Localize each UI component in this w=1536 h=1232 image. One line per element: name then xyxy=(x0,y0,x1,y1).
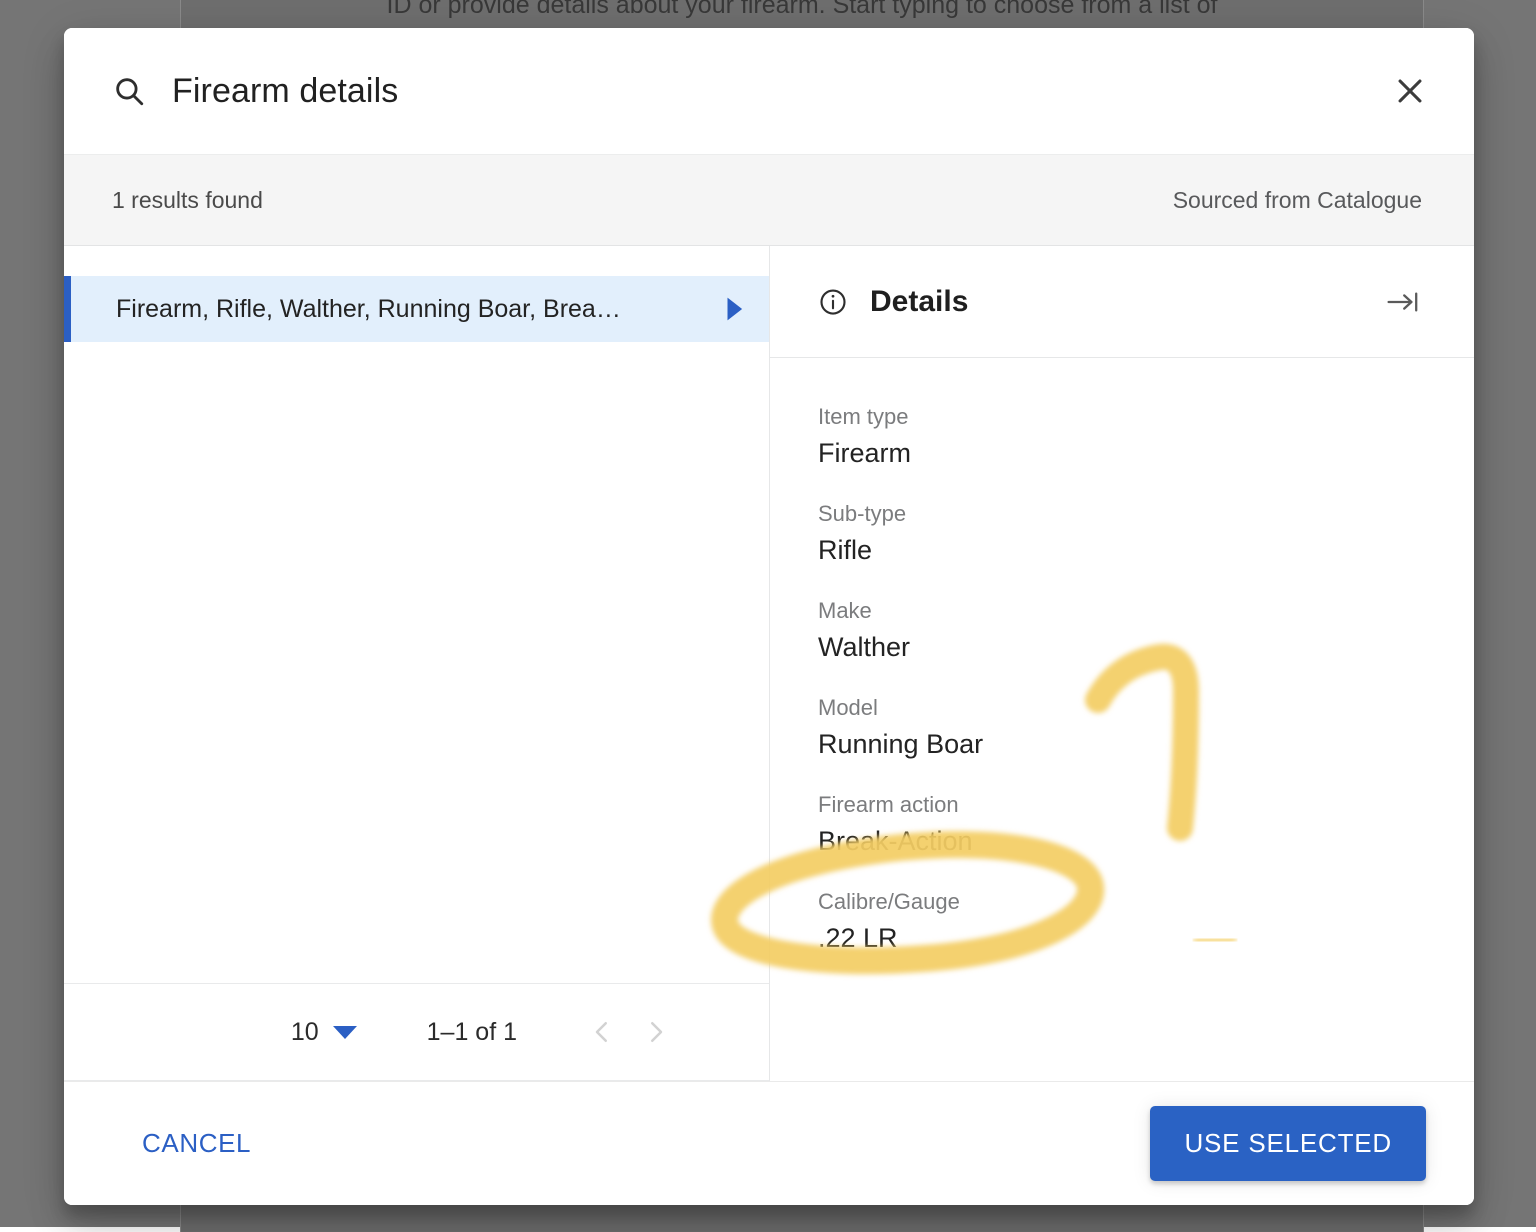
results-list-pane: Firearm, Rifle, Walther, Running Boar, B… xyxy=(64,246,770,1081)
details-title: Details xyxy=(870,285,968,319)
chevron-left-icon[interactable] xyxy=(575,1005,629,1059)
page-size-selector[interactable]: 10 xyxy=(291,1018,357,1047)
results-list: Firearm, Rifle, Walther, Running Boar, B… xyxy=(64,246,769,983)
field-value: Running Boar xyxy=(818,729,1426,760)
field-label: Item type xyxy=(818,404,1426,430)
field-value: .22 LR xyxy=(818,923,1426,954)
use-selected-button[interactable]: USE SELECTED xyxy=(1150,1106,1426,1181)
page-range-label: 1–1 of 1 xyxy=(427,1018,517,1047)
info-circle-icon xyxy=(818,287,848,317)
background-obscured-text: ID or provide details about your firearm… xyxy=(180,0,1424,20)
details-header: Details xyxy=(770,246,1474,358)
caret-right-icon[interactable] xyxy=(723,296,745,322)
detail-field-calibre-gauge: Calibre/Gauge .22 LR xyxy=(818,889,1426,954)
detail-field-make: Make Walther xyxy=(818,598,1426,663)
field-label: Calibre/Gauge xyxy=(818,889,1426,915)
details-field-list: Item type Firearm Sub-type Rifle Make Wa… xyxy=(770,358,1474,1081)
results-source: Sourced from Catalogue xyxy=(1173,187,1422,214)
close-icon[interactable] xyxy=(1386,67,1434,115)
detail-field-sub-type: Sub-type Rifle xyxy=(818,501,1426,566)
field-label: Sub-type xyxy=(818,501,1426,527)
field-label: Firearm action xyxy=(818,792,1426,818)
results-count: 1 results found xyxy=(112,187,263,214)
paginator: 10 1–1 of 1 xyxy=(64,983,769,1081)
field-value: Break-Action xyxy=(818,826,1426,857)
field-value: Rifle xyxy=(818,535,1426,566)
firearm-details-dialog: Firearm details 1 results found Sourced … xyxy=(64,28,1474,1205)
field-value: Walther xyxy=(818,632,1426,663)
details-pane: Details Item type Firearm Sub-type xyxy=(770,246,1474,1081)
field-label: Make xyxy=(818,598,1426,624)
dialog-title: Firearm details xyxy=(172,72,398,111)
field-value: Firearm xyxy=(818,438,1426,469)
list-item-label: Firearm, Rifle, Walther, Running Boar, B… xyxy=(116,295,709,324)
dialog-footer: CANCEL USE SELECTED xyxy=(64,1081,1474,1205)
detail-field-firearm-action: Firearm action Break-Action xyxy=(818,792,1426,857)
chevron-right-icon[interactable] xyxy=(629,1005,683,1059)
dialog-body: Firearm, Rifle, Walther, Running Boar, B… xyxy=(64,246,1474,1081)
arrow-to-right-icon[interactable] xyxy=(1380,279,1426,325)
list-item[interactable]: Firearm, Rifle, Walther, Running Boar, B… xyxy=(64,276,769,342)
caret-down-icon xyxy=(333,1026,357,1039)
search-icon xyxy=(112,74,146,108)
dialog-title-bar: Firearm details xyxy=(64,28,1474,154)
detail-field-item-type: Item type Firearm xyxy=(818,404,1426,469)
results-summary-bar: 1 results found Sourced from Catalogue xyxy=(64,154,1474,246)
field-label: Model xyxy=(818,695,1426,721)
page-size-value: 10 xyxy=(291,1018,319,1047)
cancel-button[interactable]: CANCEL xyxy=(124,1114,269,1173)
detail-field-model: Model Running Boar xyxy=(818,695,1426,760)
